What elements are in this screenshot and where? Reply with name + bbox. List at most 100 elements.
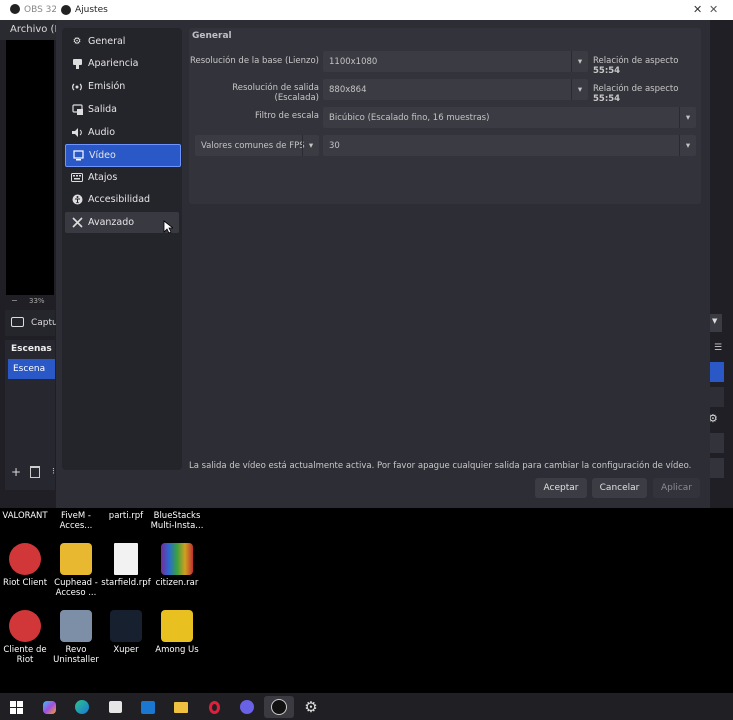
scale-filter-combo[interactable]: Bicúbico (Escalado fino, 16 muestras) ▾ (323, 107, 696, 128)
fps-value: 30 (329, 140, 340, 151)
opera-icon[interactable] (203, 696, 225, 718)
discord-icon[interactable] (236, 696, 258, 718)
chevron-down-icon: ▼ (712, 317, 718, 325)
obs-right-strip (710, 20, 733, 295)
accept-button[interactable]: Aceptar (535, 478, 587, 498)
obs-taskbar-icon[interactable] (264, 696, 294, 718)
cancel-button[interactable]: Cancelar (592, 478, 647, 498)
nav-atajos[interactable]: Atajos (65, 167, 179, 188)
desktop-icon-parti[interactable]: parti.rpf (99, 511, 153, 521)
obs-logo-icon (61, 5, 71, 15)
settings-taskbar-icon[interactable]: ⚙ (300, 696, 322, 718)
output-aspect-value: 55:54 (593, 94, 621, 104)
source-toolbar: Captu (5, 310, 58, 336)
outlook-icon[interactable] (137, 696, 159, 718)
video-active-notice: La salida de vídeo está actualmente acti… (189, 461, 692, 471)
base-aspect-label: Relación de aspecto 55:54 (593, 56, 701, 76)
icon-label: Xuper (113, 645, 139, 655)
fps-type-combo[interactable]: Valores comunes de FPS ▾ (195, 135, 319, 156)
nav-accesibilidad[interactable]: Accesibilidad (65, 189, 179, 210)
icon-label: citizen.rar (155, 578, 199, 588)
desktop-icon-fivem[interactable]: FiveM - Acces... (49, 511, 103, 531)
icon-label: Cliente de Riot (3, 645, 47, 665)
copilot-icon[interactable] (38, 696, 60, 718)
nav-label: Emisión (88, 81, 126, 92)
brush-icon (71, 58, 83, 70)
scene-item-label: Escena (13, 364, 46, 374)
obs-logo-icon (10, 4, 20, 14)
tools-icon (71, 217, 83, 229)
obs-close-icon[interactable]: ✕ (709, 3, 718, 16)
trash-icon[interactable] (30, 466, 40, 478)
desktop-icon-among-us[interactable]: Among Us (150, 610, 204, 655)
file-explorer-icon[interactable] (170, 696, 192, 718)
riot-icon (9, 543, 41, 575)
more-icon[interactable]: ⁝ (52, 467, 55, 477)
chevron-down-icon: ▾ (571, 79, 588, 100)
nav-label: General (88, 36, 126, 47)
gear-icon: ⚙ (72, 36, 82, 47)
obs-combo-fragment[interactable]: ▼ (710, 314, 722, 332)
apply-button[interactable]: Aplicar (653, 478, 700, 498)
desktop-icon-starfield[interactable]: starfield.rpf (99, 543, 153, 588)
nav-general[interactable]: ⚙ General (65, 31, 179, 52)
icon-label: Among Us (155, 645, 199, 655)
nav-apariencia[interactable]: Apariencia (65, 53, 179, 74)
dock-menu-icon[interactable]: ☰ (714, 343, 722, 353)
desktop-icon-cliente-riot[interactable]: Cliente de Riot (0, 610, 52, 665)
scale-filter-value: Bicúbico (Escalado fino, 16 muestras) (329, 112, 490, 123)
icon-label: Cuphead - Acceso ... (54, 578, 98, 598)
output-aspect-label: Relación de aspecto 55:54 (593, 84, 701, 104)
base-resolution-label: Resolución de la base (Lienzo) (189, 56, 319, 66)
icon-label: FiveM - Acces... (59, 511, 93, 531)
desktop-icon-cuphead[interactable]: Cuphead - Acceso ... (49, 543, 103, 598)
desktop-icon-citizen[interactable]: citizen.rar (150, 543, 204, 588)
obs-button-fragment[interactable] (710, 433, 724, 453)
base-resolution-combo[interactable]: 1100x1080 ▾ (323, 51, 588, 72)
chevron-down-icon: ▾ (679, 107, 696, 128)
base-resolution-value: 1100x1080 (329, 56, 378, 67)
nav-label: Salida (88, 104, 117, 115)
desktop-icon-riot-client[interactable]: Riot Client (0, 543, 52, 588)
output-resolution-combo[interactable]: 880x864 ▾ (323, 79, 588, 100)
capture-label[interactable]: Captu (31, 318, 58, 328)
nav-label: Audio (88, 127, 116, 138)
among-us-icon (161, 610, 193, 642)
settings-dialog: Ajustes ✕ ⚙ General Apariencia Emisión Sa… (56, 0, 710, 508)
windows-start-icon[interactable] (5, 696, 27, 718)
dialog-title: Ajustes (75, 5, 108, 15)
nav-avanzado[interactable]: Avanzado (65, 212, 179, 233)
desktop-icon-revo[interactable]: Revo Uninstaller (49, 610, 103, 665)
cuphead-icon (60, 543, 92, 575)
zoom-out-icon[interactable]: − (11, 296, 18, 305)
display-capture-icon (11, 317, 24, 327)
obs-selected-fragment[interactable] (710, 362, 724, 382)
add-scene-icon[interactable]: + (11, 465, 21, 479)
video-settings-panel: General Resolución de la base (Lienzo) 1… (189, 28, 701, 204)
settings-sidebar: ⚙ General Apariencia Emisión Salida Audio… (62, 28, 182, 470)
desktop-icon-xuper[interactable]: Xuper (99, 610, 153, 655)
nav-emision[interactable]: Emisión (65, 76, 179, 97)
obs-list-fragment[interactable] (710, 387, 724, 407)
nav-label: Avanzado (88, 217, 135, 228)
edge-icon[interactable] (71, 696, 93, 718)
keyboard-icon (71, 172, 83, 184)
obs-button-fragment-2[interactable] (710, 458, 724, 478)
nav-audio[interactable]: Audio (65, 122, 179, 143)
speaker-icon (71, 127, 83, 139)
scenes-header: Escenas (11, 344, 52, 354)
store-icon[interactable] (104, 696, 126, 718)
monitor-icon (72, 150, 84, 162)
desktop-icon-valorant[interactable]: VALORANT (0, 511, 52, 521)
nav-label: Atajos (88, 172, 118, 183)
fps-value-combo[interactable]: 30 ▾ (323, 135, 696, 156)
fps-type-value: Valores comunes de FPS (201, 140, 305, 151)
desktop-icon-bluestacks[interactable]: BlueStacks Multi-Insta... (150, 511, 204, 531)
nav-video[interactable]: Vídeo (65, 144, 181, 167)
icon-label: Revo Uninstaller (53, 645, 99, 665)
mouse-cursor-icon (163, 220, 173, 234)
scene-item[interactable]: Escena (8, 359, 55, 379)
nav-salida[interactable]: Salida (65, 99, 179, 120)
dialog-close-icon[interactable]: ✕ (693, 3, 702, 16)
chevron-down-icon: ▾ (302, 135, 319, 156)
